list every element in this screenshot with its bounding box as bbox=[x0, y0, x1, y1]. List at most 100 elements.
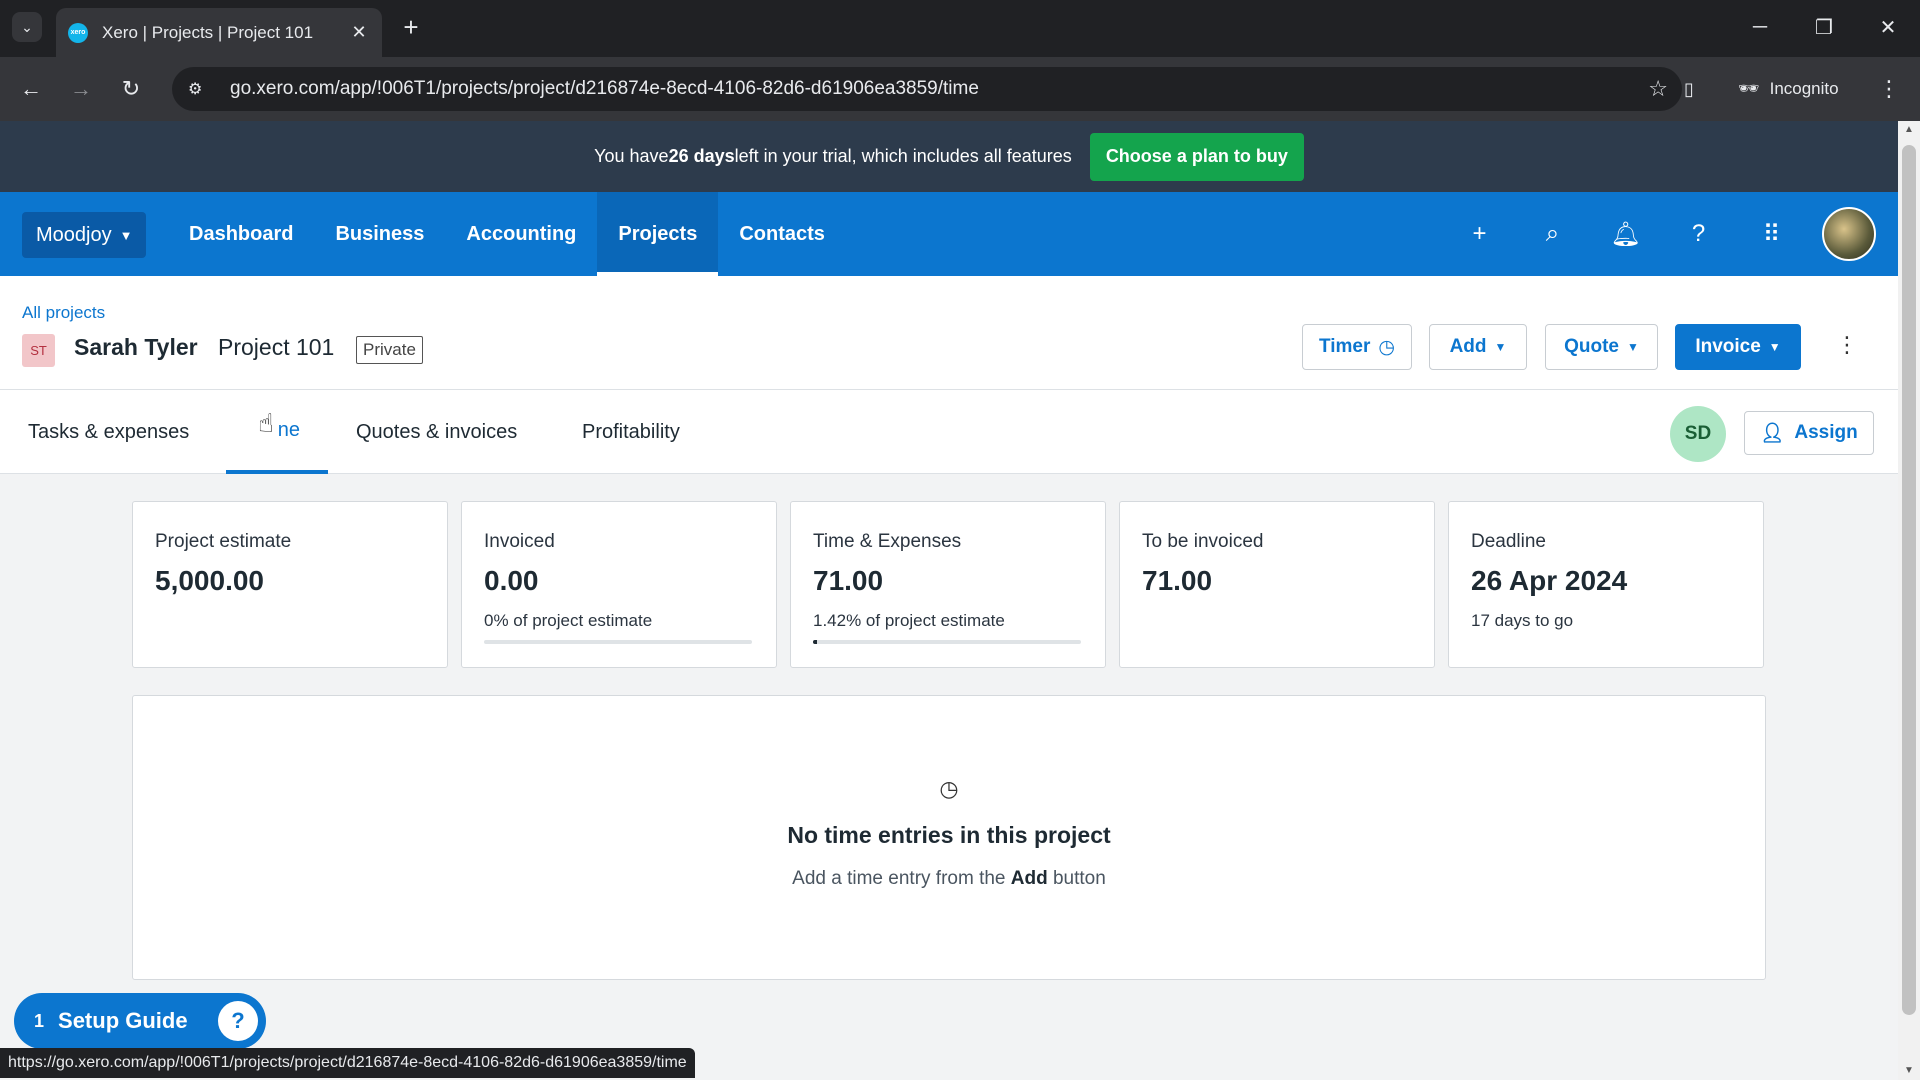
chat-help-icon[interactable]: ? bbox=[218, 1001, 258, 1041]
contact-initials-badge: ST bbox=[22, 334, 55, 367]
site-info-icon[interactable]: ⚙ bbox=[188, 79, 216, 99]
search-icon[interactable]: ⌕ bbox=[1516, 220, 1589, 248]
tab-quotes-invoices[interactable]: Quotes & invoices bbox=[356, 390, 517, 474]
person-icon: 👤︎ bbox=[1760, 423, 1785, 444]
caret-down-icon: ▼ bbox=[1494, 340, 1507, 354]
restore-icon[interactable]: ❐ bbox=[1804, 12, 1844, 42]
trial-text-suffix: left in your trial, which includes all f… bbox=[734, 146, 1072, 166]
tab-label: ne bbox=[277, 418, 300, 441]
tab-close-icon[interactable]: ✕ bbox=[348, 22, 370, 43]
tab-label: Tasks & expenses bbox=[28, 420, 190, 443]
invoice-button[interactable]: Invoice ▼ bbox=[1675, 324, 1801, 370]
back-arrow-icon[interactable]: ← bbox=[14, 72, 48, 106]
scroll-up-icon[interactable]: ▲ bbox=[1898, 121, 1920, 139]
contact-name[interactable]: Sarah Tyler bbox=[74, 334, 198, 361]
invoice-label: Invoice bbox=[1695, 336, 1761, 357]
tab-tasks-expenses[interactable]: Tasks & expenses bbox=[28, 390, 189, 474]
project-header: All projects ST Sarah Tyler Project 101 … bbox=[0, 276, 1898, 390]
hand-cursor-icon: ☝ bbox=[258, 408, 274, 438]
assignee-avatar[interactable]: SD bbox=[1670, 406, 1726, 462]
hint-prefix: Add a time entry from the bbox=[792, 868, 1011, 889]
caret-down-icon: ▼ bbox=[1627, 340, 1639, 354]
create-plus-icon[interactable]: + bbox=[1443, 220, 1516, 248]
address-bar[interactable]: ⚙ go.xero.com/app/!006T1/projects/projec… bbox=[172, 67, 1682, 111]
incognito-icon: 🕶 bbox=[1738, 79, 1760, 98]
nav-actions: + ⌕ 🔔︎ ? ⠿ bbox=[1443, 192, 1898, 276]
card-label: Invoiced bbox=[484, 531, 555, 552]
nav-accounting[interactable]: Accounting bbox=[445, 192, 597, 276]
project-title: Project 101 bbox=[218, 334, 335, 360]
incognito-indicator[interactable]: 🕶 Incognito bbox=[1722, 67, 1855, 111]
status-bar-url: https://go.xero.com/app/!006T1/projects/… bbox=[0, 1048, 695, 1078]
card-invoiced: Invoiced 0.00 0% of project estimate bbox=[461, 501, 777, 668]
nav-business[interactable]: Business bbox=[314, 192, 445, 276]
tab-time[interactable]: ne bbox=[226, 390, 328, 474]
browser-tab[interactable]: xero Xero | Projects | Project 101 ✕ bbox=[56, 8, 382, 57]
bookmark-star-icon[interactable]: ☆ bbox=[1648, 76, 1668, 102]
tab-profitability[interactable]: Profitability bbox=[582, 390, 680, 474]
quote-label: Quote bbox=[1564, 336, 1619, 357]
add-button[interactable]: Add ▼ bbox=[1429, 324, 1527, 370]
all-projects-link[interactable]: All projects bbox=[22, 303, 105, 323]
browser-menu-icon[interactable]: ⋮ bbox=[1872, 72, 1906, 106]
app-launcher-grid-icon[interactable]: ⠿ bbox=[1735, 220, 1808, 249]
minimize-icon[interactable]: ─ bbox=[1740, 12, 1780, 42]
assign-button[interactable]: 👤︎ Assign bbox=[1744, 411, 1874, 455]
hint-bold: Add bbox=[1010, 868, 1048, 889]
assign-label: Assign bbox=[1794, 422, 1858, 443]
incognito-label: Incognito bbox=[1769, 79, 1839, 98]
nav-contacts[interactable]: Contacts bbox=[718, 192, 846, 276]
card-label: Project estimate bbox=[155, 531, 292, 552]
card-value: 5,000.00 bbox=[155, 565, 264, 596]
scrollbar-thumb[interactable] bbox=[1902, 145, 1916, 1015]
card-value: 26 Apr 2024 bbox=[1471, 565, 1628, 596]
tab-label: Profitability bbox=[582, 420, 680, 443]
scroll-down-icon[interactable]: ▼ bbox=[1898, 1062, 1920, 1080]
setup-guide-count: 1 bbox=[34, 1010, 45, 1031]
caret-down-icon: ▼ bbox=[1768, 340, 1781, 354]
trial-text-prefix: You have bbox=[594, 146, 669, 166]
forward-arrow-icon[interactable]: → bbox=[64, 72, 98, 106]
quote-button[interactable]: Quote ▼ bbox=[1545, 324, 1658, 370]
nav-projects[interactable]: Projects bbox=[597, 192, 719, 276]
setup-guide-label: Setup Guide bbox=[58, 1008, 188, 1033]
card-project-estimate: Project estimate 5,000.00 bbox=[132, 501, 448, 668]
trial-banner: You have 26 days left in your trial, whi… bbox=[0, 121, 1898, 192]
card-value: 71.00 bbox=[1142, 565, 1213, 596]
time-entries-empty-state: ◷ No time entries in this project Add a … bbox=[132, 695, 1766, 980]
user-avatar[interactable] bbox=[1822, 207, 1876, 261]
more-options-icon[interactable]: ⋮ bbox=[1836, 332, 1858, 362]
clock-icon: ◷ bbox=[939, 776, 959, 801]
caret-down-icon: ▼ bbox=[119, 227, 133, 243]
private-badge: Private bbox=[356, 336, 423, 364]
empty-state-title: No time entries in this project bbox=[787, 822, 1111, 848]
page-scrollbar[interactable]: ▲ ▼ bbox=[1898, 121, 1920, 1080]
timer-button[interactable]: Timer ◷ bbox=[1302, 324, 1412, 370]
empty-state-hint: Add a time entry from the Add button bbox=[133, 868, 1765, 890]
nav-dashboard[interactable]: Dashboard bbox=[168, 192, 314, 276]
url-text: go.xero.com/app/!006T1/projects/project/… bbox=[230, 78, 979, 99]
choose-plan-button[interactable]: Choose a plan to buy bbox=[1089, 132, 1304, 181]
card-value: 0.00 bbox=[484, 565, 539, 596]
card-value: 71.00 bbox=[813, 565, 884, 596]
tab-search-chevron-icon[interactable]: ⌄ bbox=[12, 12, 42, 42]
project-tabs: Tasks & expenses ne Quotes & invoices Pr… bbox=[0, 390, 1898, 474]
timer-label: Timer bbox=[1319, 336, 1371, 357]
card-deadline: Deadline 26 Apr 2024 17 days to go bbox=[1448, 501, 1764, 668]
new-tab-plus-icon[interactable]: + bbox=[396, 12, 426, 42]
tab-label: Quotes & invoices bbox=[356, 420, 518, 443]
browser-tab-bar: ⌄ xero Xero | Projects | Project 101 ✕ +… bbox=[0, 0, 1920, 57]
side-panel-icon[interactable]: ▯ bbox=[1672, 72, 1706, 106]
organisation-name: Moodjoy bbox=[36, 223, 112, 246]
hint-suffix: button bbox=[1047, 868, 1106, 889]
clock-icon: ◷ bbox=[1378, 336, 1395, 358]
notifications-bell-icon[interactable]: 🔔︎ bbox=[1589, 220, 1662, 249]
card-subtext: 0% of project estimate bbox=[484, 611, 653, 630]
add-label: Add bbox=[1449, 336, 1487, 357]
window-close-icon[interactable]: ✕ bbox=[1868, 12, 1908, 42]
help-icon[interactable]: ? bbox=[1662, 220, 1735, 248]
setup-guide-button[interactable]: 1 Setup Guide ? bbox=[14, 993, 266, 1049]
reload-icon[interactable]: ↻ bbox=[114, 72, 148, 106]
card-label: To be invoiced bbox=[1142, 531, 1264, 552]
organisation-menu-button[interactable]: Moodjoy ▼ bbox=[22, 212, 147, 258]
